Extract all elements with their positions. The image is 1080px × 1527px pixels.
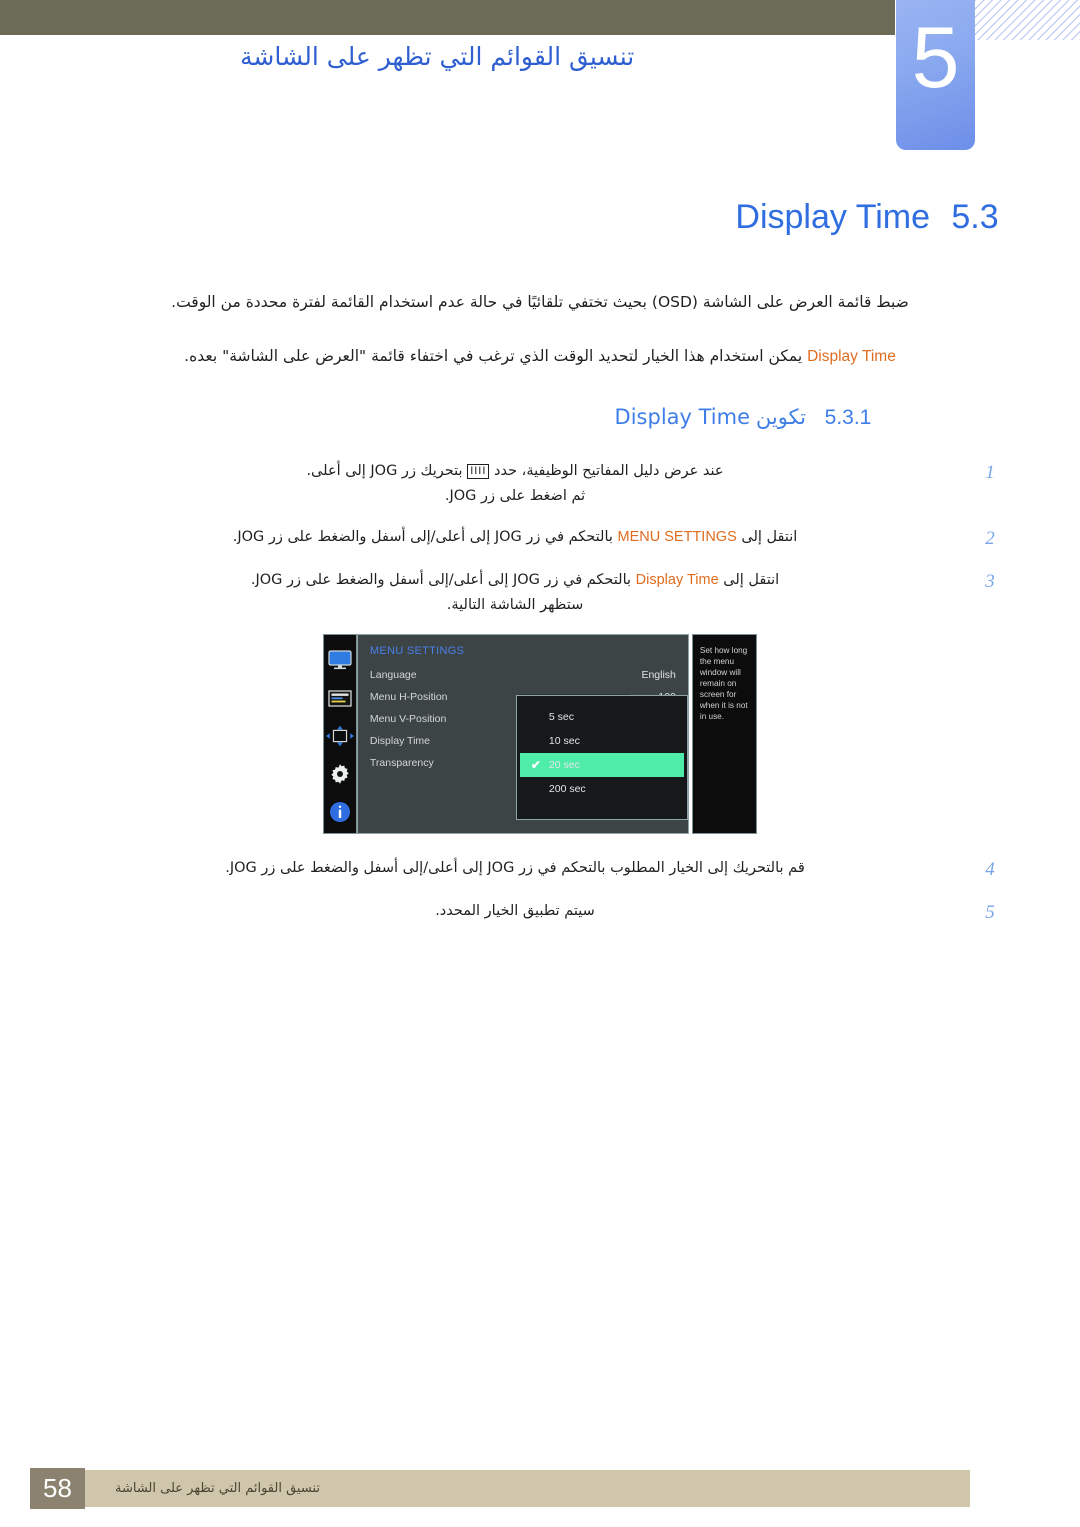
step-number: 1 xyxy=(985,462,995,483)
step-item: 2 انتقل إلى MENU SETTINGS بالتحكم في زر … xyxy=(60,525,1020,552)
dropdown-option-5-sec[interactable]: 5 sec xyxy=(517,705,687,729)
gear-icon[interactable] xyxy=(326,763,354,785)
step-number: 4 xyxy=(985,859,995,880)
step-item: 4 قم بالتحريك إلى الخيار المطلوب بالتحكم… xyxy=(60,856,1020,883)
step-3-text-b: بالتحكم في زر JOG إلى أعلى/إلى أسفل والض… xyxy=(250,572,632,588)
chapter-number-box: 5 xyxy=(896,0,975,150)
function-key-guide-icon: IIII xyxy=(467,464,490,479)
step-text: انتقل إلى Display Time بالتحكم في زر JOG… xyxy=(60,568,960,618)
section-number: 5.3 xyxy=(951,198,999,236)
osd-label: Language xyxy=(369,669,417,681)
step-text: عند عرض دليل المفاتيح الوظيفية، حدد IIII… xyxy=(60,459,960,509)
picture-icon[interactable] xyxy=(326,687,354,709)
monitor-icon[interactable] xyxy=(326,649,354,671)
step-number: 3 xyxy=(985,571,995,592)
subsection-number: 5.3.1 xyxy=(824,406,872,429)
subsection-title-arabic: تكوين xyxy=(755,405,806,429)
header-band xyxy=(0,0,895,35)
display-time-term: Display Time xyxy=(635,572,719,588)
osd-menu-title: MENU SETTINGS xyxy=(369,645,465,657)
step-1-text-a: عند عرض دليل المفاتيح الوظيفية، حدد xyxy=(494,463,724,479)
osd-label: Menu H-Position xyxy=(369,691,448,703)
chapter-title: تنسيق القوائم التي تظهر على الشاشة xyxy=(240,42,635,71)
step-item: 3 انتقل إلى Display Time بالتحكم في زر J… xyxy=(60,568,1020,618)
footer-bar: 58 تنسيق القوائم التي تظهر على الشاشة xyxy=(30,1468,970,1509)
dropdown-option-label: 20 sec xyxy=(548,759,580,771)
header-hatch-decoration xyxy=(975,0,1080,40)
osd-value: English xyxy=(641,669,676,681)
osd-screenshot-figure: MENU SETTINGS Language English Menu H-Po… xyxy=(323,634,757,834)
display-time-inline-term: Display Time xyxy=(807,348,896,365)
dropdown-option-label: 200 sec xyxy=(548,783,586,795)
step-2-text-a: انتقل إلى xyxy=(741,529,798,545)
step-item: 1 عند عرض دليل المفاتيح الوظيفية، حدد II… xyxy=(60,459,1020,509)
info-icon[interactable] xyxy=(326,801,354,823)
osd-label: Display Time xyxy=(369,735,430,747)
osd-window: MENU SETTINGS Language English Menu H-Po… xyxy=(323,634,757,834)
intro-paragraph-1: ضبط قائمة العرض على الشاشة (OSD) بحيث تخ… xyxy=(171,293,909,311)
display-time-dropdown[interactable]: 5 sec 10 sec ✔ 20 sec 200 sec xyxy=(515,695,688,820)
step-1-line2: ثم اضغط على زر JOG. xyxy=(444,488,586,504)
osd-label: Menu V-Position xyxy=(369,713,447,725)
steps-list: 1 عند عرض دليل المفاتيح الوظيفية، حدد II… xyxy=(60,459,1020,926)
dropdown-option-20-sec[interactable]: ✔ 20 sec xyxy=(519,753,684,777)
step-1-text-b: بتحريك زر JOG إلى أعلى. xyxy=(306,463,463,479)
intro-paragraph-2-text: يمكن استخدام هذا الخيار لتحديد الوقت الذ… xyxy=(184,347,803,365)
footer-chapter-text: تنسيق القوائم التي تظهر على الشاشة xyxy=(115,1481,320,1496)
step-3-text-a: انتقل إلى xyxy=(723,572,780,588)
page-number: 58 xyxy=(30,1468,85,1509)
page-content: 5.3 Display Time ضبط قائمة العرض على الش… xyxy=(60,195,1020,942)
position-icon[interactable] xyxy=(325,725,354,747)
step-2-text-b: بالتحكم في زر JOG إلى أعلى/إلى أسفل والض… xyxy=(232,529,613,545)
step-number: 2 xyxy=(985,528,995,549)
step-number: 5 xyxy=(985,902,995,923)
osd-icon-rail xyxy=(323,634,357,834)
step-text: انتقل إلى MENU SETTINGS بالتحكم في زر JO… xyxy=(60,525,960,550)
chapter-number: 5 xyxy=(911,10,960,106)
checkmark-icon: ✔ xyxy=(530,758,541,772)
subsection-title-english: Display Time xyxy=(614,405,751,429)
osd-help-tooltip: Set how long the menu window will remain… xyxy=(691,634,757,834)
dropdown-option-200-sec[interactable]: 200 sec xyxy=(517,777,687,801)
section-heading: 5.3 Display Time xyxy=(60,195,1020,239)
dropdown-option-label: 5 sec xyxy=(548,711,574,723)
subsection-heading: 5.3.1 تكوين Display Time xyxy=(60,402,890,433)
step-text: سيتم تطبيق الخيار المحدد. xyxy=(435,903,595,919)
section-title: Display Time xyxy=(735,198,930,236)
osd-label: Transparency xyxy=(369,757,434,769)
osd-menu-panel: MENU SETTINGS Language English Menu H-Po… xyxy=(356,634,689,834)
dropdown-option-10-sec[interactable]: 10 sec xyxy=(517,729,687,753)
step-3-line2: ستظهر الشاشة التالية. xyxy=(446,597,584,613)
intro-paragraph-2: Display Time يمكن استخدام هذا الخيار لتح… xyxy=(60,343,1020,370)
step-item: 5 سيتم تطبيق الخيار المحدد. xyxy=(60,899,1020,926)
menu-settings-term: MENU SETTINGS xyxy=(617,529,737,545)
dropdown-option-label: 10 sec xyxy=(548,735,580,747)
step-text: قم بالتحريك إلى الخيار المطلوب بالتحكم ف… xyxy=(225,860,805,876)
osd-row-language[interactable]: Language English xyxy=(370,664,676,686)
